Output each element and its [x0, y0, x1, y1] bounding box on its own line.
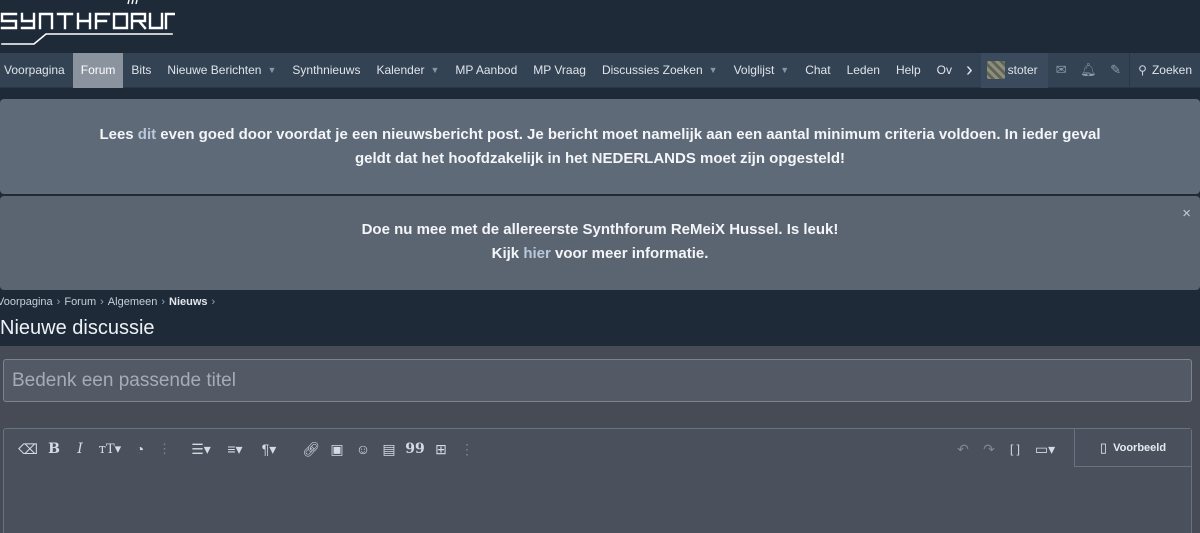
notice-text: even goed door voordat je een nieuwsberi… [156, 126, 1101, 143]
nav-item-label: Discussies Zoeken [601, 63, 703, 77]
notice-guidelines: Lees dit even goed door voordat je een n… [0, 99, 1200, 194]
link-icon[interactable]: 🔗︎ [301, 439, 321, 459]
undo-icon[interactable]: ↶ [953, 439, 973, 459]
nav-item-label: Ov [936, 63, 952, 77]
quote-icon[interactable]: 99 [405, 439, 425, 459]
breadcrumb-separator: › [56, 296, 61, 308]
bold-icon[interactable]: B [44, 439, 64, 459]
nav-item-label: Leden [846, 63, 880, 77]
table-icon[interactable]: ⊞ [431, 439, 451, 459]
nav-item-label: Bits [131, 63, 152, 77]
more-options-icon[interactable]: ⋮ [158, 441, 171, 457]
eraser-icon[interactable]: ⌫ [18, 439, 38, 459]
nav-item-kalender[interactable]: Kalender ▼ [368, 53, 447, 88]
page-title: Nieuwe discussie [0, 317, 155, 339]
nav-item-help[interactable]: Help [888, 53, 929, 88]
search-icon: ⚲ [1138, 63, 1147, 77]
brush-icon[interactable]: ✎ [1102, 53, 1129, 88]
editor-toolbar: ⌫ B I тT▾ ◔ ⋮ ☰▾ ≡▾ ¶▾ 🔗︎ ▣ ☺ ▤ 99 ⊞ ⋮ ↶… [4, 429, 1191, 469]
breadcrumb-nieuws[interactable]: Nieuws [169, 296, 208, 308]
notice-hussel-line2: Kijk hier voor meer informatie. [0, 242, 1200, 266]
image-icon[interactable]: ▣ [327, 439, 347, 459]
envelope-icon[interactable]: ✉ [1048, 53, 1075, 88]
notice-text: voor meer informatie. [550, 245, 709, 262]
nav-item-voorpagina[interactable]: Voorpagina [0, 53, 73, 88]
notice-hussel-line1: Doe nu mee met de allereerste Synthforum… [361, 221, 839, 238]
chevron-down-icon[interactable]: ▼ [709, 65, 718, 75]
breadcrumb: Voorpagina › Forum › Algemeen › Nieuws › [0, 296, 219, 308]
nav-item-forum[interactable]: Forum [72, 52, 124, 88]
chevron-down-icon[interactable]: ▼ [431, 65, 440, 75]
chevron-down-icon[interactable]: ▼ [780, 65, 789, 75]
nav-item-chat[interactable]: Chat [797, 53, 838, 88]
breadcrumb-voorpagina[interactable]: Voorpagina [0, 296, 53, 308]
nav-item-mp-aanbod[interactable]: MP Aanbod [447, 53, 525, 88]
chevron-down-icon[interactable]: ▼ [267, 65, 276, 75]
nav-item-label: Nieuwe Berichten [167, 63, 262, 77]
nav-item-ov[interactable]: Ov [929, 53, 960, 88]
nav-item-label: Volglijst [733, 63, 775, 77]
breadcrumb-separator: › [161, 296, 166, 308]
message-editor: ⌫ B I тT▾ ◔ ⋮ ☰▾ ≡▾ ¶▾ 🔗︎ ▣ ☺ ▤ 99 ⊞ ⋮ ↶… [3, 428, 1192, 533]
nav-item-label: Kalender [376, 63, 425, 77]
redo-icon[interactable]: ↷ [979, 439, 999, 459]
search-label: Zoeken [1151, 63, 1192, 77]
nav-item-label: Help [895, 63, 921, 77]
preview-label: Voorbeeld [1113, 441, 1167, 454]
chevron-right-icon[interactable]: › [960, 53, 979, 88]
media-icon[interactable]: ▤ [379, 439, 399, 459]
text-size-icon[interactable]: тT▾ [96, 439, 124, 459]
breadcrumb-forum[interactable]: Forum [64, 296, 96, 308]
nav-item-leden[interactable]: Leden [839, 53, 888, 88]
paragraph-icon[interactable]: ¶▾ [255, 439, 283, 459]
site-logo[interactable] [0, 0, 175, 52]
nav-item-label: MP Aanbod [455, 63, 518, 77]
notice-guidelines-line2: geldt dat het hoofdzakelijk in het NEDER… [354, 150, 846, 167]
notice-hussel: × Doe nu mee met de allereerste Synthfor… [0, 196, 1200, 290]
notice-guidelines-link[interactable]: dit [138, 126, 156, 143]
nav-item-bits[interactable]: Bits [123, 53, 159, 88]
nav-item-volglijst[interactable]: Volglijst ▼ [726, 53, 798, 88]
notice-text: Lees [99, 126, 138, 143]
editor-right-tools: ↶ ↷ [ ] ▭▾ [953, 429, 1065, 469]
list-icon[interactable]: ☰▾ [187, 439, 215, 459]
save-draft-icon[interactable]: ▭▾ [1031, 439, 1059, 459]
thread-title-input[interactable] [3, 359, 1192, 402]
search-button[interactable]: ⚲ Zoeken [1129, 52, 1200, 88]
main-nav: Voorpagina Forum Bits Nieuwe Berichten ▼ Synt… [0, 52, 1200, 88]
avatar [986, 61, 1005, 79]
align-icon[interactable]: ≡▾ [221, 439, 249, 459]
nav-item-discussies-zoeken[interactable]: Discussies Zoeken ▼ [594, 53, 726, 88]
breadcrumb-separator: › [100, 296, 104, 308]
notice-text: Kijk [491, 245, 524, 262]
synthforum-logo-graphic [0, 0, 175, 45]
nav-item-label: Chat [805, 63, 831, 77]
palette-icon[interactable]: ◔ [130, 439, 150, 459]
user-name: stoter [1007, 63, 1038, 77]
breadcrumb-separator: › [211, 296, 216, 308]
breadcrumb-algemeen[interactable]: Algemeen [108, 296, 158, 308]
nav-item-label: Forum [80, 63, 116, 77]
notice-hussel-link[interactable]: hier [523, 245, 551, 262]
smiley-icon[interactable]: ☺ [353, 439, 373, 459]
nav-item-nieuwe-berichten[interactable]: Nieuwe Berichten ▼ [159, 53, 284, 88]
nav-item-label: Synthnieuws [292, 63, 361, 77]
notice-guidelines-line1: Lees dit even goed door voordat je een n… [0, 123, 1200, 147]
bbcode-toggle-icon[interactable]: [ ] [1005, 439, 1025, 459]
close-icon[interactable]: × [1182, 202, 1191, 226]
italic-icon[interactable]: I [70, 439, 90, 459]
nav-item-mp-vraag[interactable]: MP Vraag [525, 53, 594, 88]
user-menu[interactable]: stoter [980, 52, 1048, 88]
nav-item-label: Voorpagina [4, 63, 65, 77]
nav-item-label: MP Vraag [533, 63, 586, 77]
bell-icon[interactable]: 🔔︎ [1075, 53, 1102, 88]
preview-button[interactable]: ▯ Voorbeeld [1074, 429, 1191, 467]
nav-item-synthnieuws[interactable]: Synthnieuws [284, 53, 368, 88]
preview-icon: ▯ [1099, 439, 1108, 455]
more-options-icon[interactable]: ⋮ [457, 439, 477, 459]
new-thread-form: ⌫ B I тT▾ ◔ ⋮ ☰▾ ≡▾ ¶▾ 🔗︎ ▣ ☺ ▤ 99 ⊞ ⋮ ↶… [0, 346, 1200, 533]
